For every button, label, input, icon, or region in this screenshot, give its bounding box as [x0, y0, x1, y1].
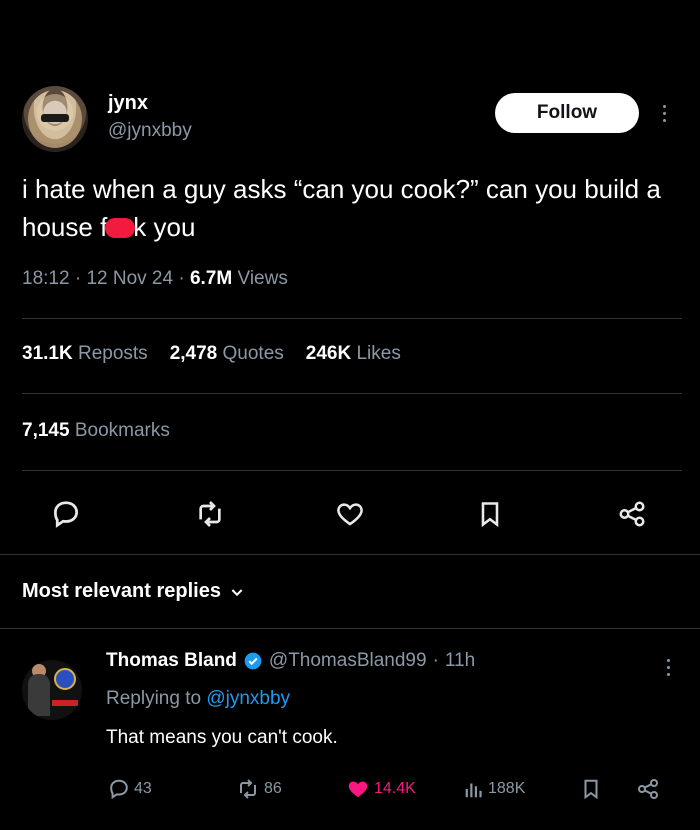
share-icon[interactable]: [610, 492, 654, 536]
sort-replies-dropdown[interactable]: Most relevant replies: [22, 580, 245, 603]
verified-icon: [244, 652, 262, 670]
separator-dot: ·: [432, 650, 439, 671]
reply-likes-count: 14.4K: [374, 780, 416, 797]
bookmark-icon[interactable]: [468, 492, 512, 536]
reposts-count: 31.1K: [22, 343, 73, 364]
divider: [22, 318, 682, 319]
reply-views-button[interactable]: 188K: [462, 774, 525, 804]
avatar-bar: [52, 700, 78, 706]
replying-to: Replying to @jynxbby: [106, 688, 290, 710]
quotes-stat[interactable]: 2,478 Quotes: [170, 343, 284, 365]
likes-label: Likes: [356, 343, 401, 364]
engagement-stats: 31.1K Reposts 2,478 Quotes 246K Likes: [22, 343, 401, 365]
reply-author-avatar[interactable]: [22, 660, 82, 720]
views-count: 6.7M: [189, 268, 233, 289]
reply-bookmark-button[interactable]: [580, 774, 602, 804]
chevron-down-icon: [231, 588, 243, 596]
reposts-stat[interactable]: 31.1K Reposts: [22, 343, 148, 365]
bookmarks-stat[interactable]: 7,145 Bookmarks: [22, 420, 170, 442]
follow-button[interactable]: Follow: [495, 93, 639, 133]
tweet-text-part2: k you: [133, 212, 196, 242]
avatar-glasses: [41, 114, 69, 122]
tweet-date[interactable]: 12 Nov 24: [86, 268, 173, 289]
likes-stat[interactable]: 246K Likes: [306, 343, 401, 365]
like-icon: [348, 781, 368, 797]
repost-icon[interactable]: [188, 492, 232, 536]
avatar-figure: [28, 674, 50, 716]
views-label: Views: [237, 268, 288, 289]
bookmarks-count: 7,145: [22, 420, 70, 441]
replying-mention[interactable]: @jynxbby: [206, 688, 290, 709]
reply-share-button[interactable]: [636, 774, 660, 804]
like-icon[interactable]: [328, 492, 372, 536]
share-icon: [638, 779, 658, 799]
reply-time[interactable]: 11h: [445, 650, 475, 672]
bookmarks-label: Bookmarks: [74, 420, 170, 441]
reply-author-handle[interactable]: @ThomasBland99: [269, 650, 427, 672]
reply-views-count: 188K: [488, 780, 526, 797]
more-icon[interactable]: [660, 652, 676, 682]
reposts-label: Reposts: [77, 343, 148, 364]
reply-actions: 43 86 14.4K 188K: [0, 774, 700, 804]
more-icon[interactable]: [656, 98, 672, 128]
quotes-label: Quotes: [222, 343, 284, 364]
reply-repost-button[interactable]: 86: [236, 774, 282, 804]
author-display-name[interactable]: jynx: [108, 92, 148, 115]
divider: [22, 393, 682, 394]
tweet-time[interactable]: 18:12: [22, 268, 70, 289]
tweet-actions: [0, 492, 700, 536]
author-handle[interactable]: @jynxbby: [108, 120, 192, 142]
reply-icon: [110, 779, 128, 800]
avatar-badge: [54, 668, 76, 690]
tweet-detail: jynx @jynxbby Follow i hate when a guy a…: [0, 0, 700, 830]
divider: [22, 470, 682, 471]
views-icon: [465, 783, 482, 798]
author-avatar[interactable]: [22, 86, 88, 152]
divider: [0, 628, 700, 629]
repost-icon: [240, 779, 256, 799]
quotes-count: 2,478: [169, 343, 218, 364]
tweet-text: i hate when a guy asks “can you cook?” c…: [22, 170, 682, 246]
reply-text: That means you can't cook.: [106, 727, 338, 748]
sort-label: Most relevant replies: [22, 580, 221, 602]
reply-replies-count: 43: [134, 780, 152, 797]
bookmark-icon: [584, 779, 598, 800]
reply-header: Thomas Bland @ThomasBland99 · 11h: [106, 650, 475, 672]
replying-prefix: Replying to: [106, 688, 202, 709]
divider: [0, 554, 700, 555]
censor-mark: [105, 218, 136, 238]
reply-like-button[interactable]: 14.4K: [346, 774, 416, 804]
reply-reposts-count: 86: [264, 780, 282, 797]
tweet-meta: 18:12 · 12 Nov 24 · 6.7M Views: [22, 268, 288, 289]
reply-replies-button[interactable]: 43: [108, 774, 152, 804]
reply-author-name[interactable]: Thomas Bland: [106, 650, 237, 672]
likes-count: 246K: [305, 343, 352, 364]
reply-icon[interactable]: [44, 492, 88, 536]
